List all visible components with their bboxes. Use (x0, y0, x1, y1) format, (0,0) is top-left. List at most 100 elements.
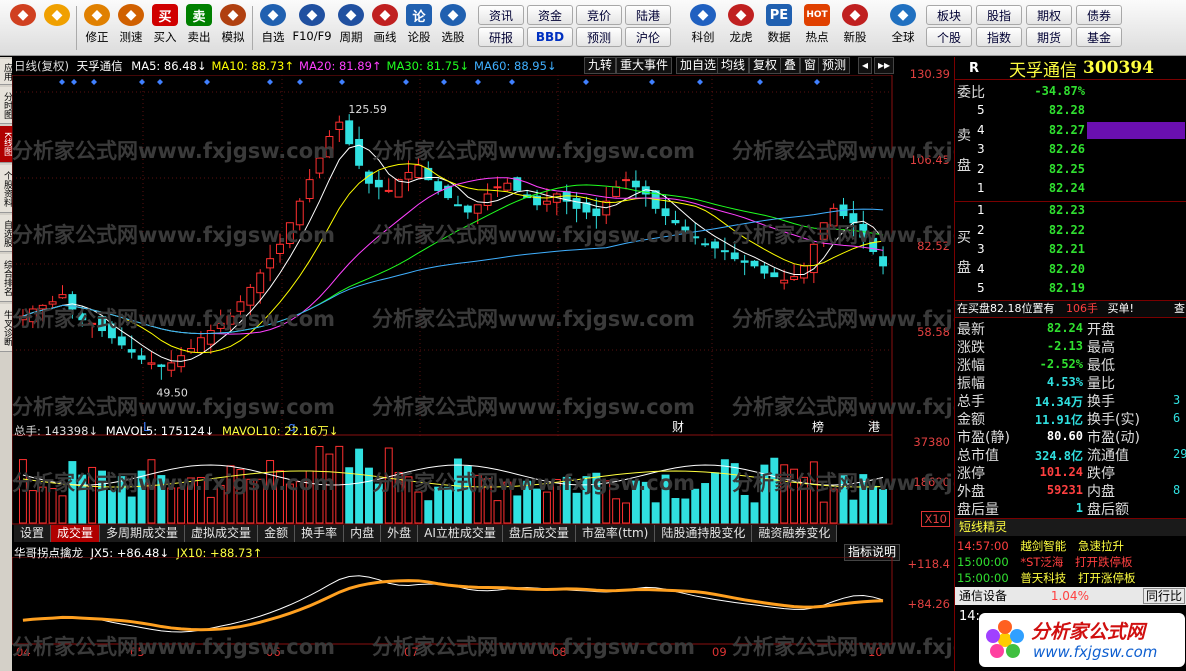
side-tab[interactable]: 自选股 (0, 215, 12, 252)
chart-area: 日线(复权) 天孚通信 MA5: 86.48↓ MA10: 88.73↑ MA20:… (12, 57, 1055, 671)
sell-price[interactable]: 82.25 (1025, 162, 1085, 176)
side-tab[interactable]: 应用 (0, 59, 12, 85)
event-diamond (139, 79, 145, 85)
indicator-tab[interactable]: 虚拟成交量 (185, 525, 259, 542)
market-button-1-3[interactable]: 基金 (1076, 27, 1122, 47)
stat-label-2: 市盈(动) (1087, 430, 1140, 446)
indicator-tab[interactable]: AI立桩成交量 (418, 525, 503, 542)
market-button-0-0[interactable]: 板块 (926, 5, 972, 25)
sell-icon-button[interactable]: 卖卖出 (182, 4, 216, 52)
globe-icon-button[interactable]: ◆ 全球 (884, 4, 922, 52)
ma-line (22, 184, 884, 335)
clock-icon-button[interactable]: ◆ 测速 (114, 4, 148, 52)
kline-tool-button[interactable]: 预测 (818, 57, 851, 74)
quick-button-0-0[interactable]: 资讯 (478, 5, 524, 25)
toolbar-label: 测速 (119, 30, 143, 44)
quick-button-1-3[interactable]: 沪伦 (625, 27, 671, 47)
indicator-tab[interactable]: 市盈率(ttm) (575, 525, 656, 542)
order-alert[interactable]: 在买盘82.18位置有 106手 买单! 查 (955, 300, 1186, 318)
indicator-tab[interactable]: 换手率 (295, 525, 345, 542)
month-label: 08 (552, 645, 567, 659)
indicator-tab[interactable]: 金额 (258, 525, 296, 542)
hammer-icon-button[interactable]: ◆ 模拟 (216, 4, 250, 52)
indicator-chart[interactable] (12, 557, 954, 645)
buy-price[interactable]: 82.22 (1025, 223, 1085, 237)
volume-bar (819, 501, 828, 524)
quick-button-1-2[interactable]: 预测 (576, 27, 622, 47)
side-tab[interactable]: 综合排名 (0, 254, 12, 302)
pen-icon-button[interactable]: ◆ 画线 (368, 4, 402, 52)
volume-bar (572, 492, 581, 524)
event-diamond (71, 79, 77, 85)
period-icon-button[interactable]: ◆ 周期 (334, 4, 368, 52)
buy-price[interactable]: 82.20 (1025, 262, 1085, 276)
market-button-1-0[interactable]: 个股 (926, 27, 972, 47)
side-tab[interactable]: 牛叉诊断 (0, 304, 12, 352)
market-button-1-2[interactable]: 期货 (1026, 27, 1072, 47)
buy-price[interactable]: 82.21 (1025, 242, 1085, 256)
kline-tool-button[interactable]: 复权 (749, 57, 782, 74)
sprite-row[interactable]: 15:00:00 *ST泛海 打开跌停板 (957, 554, 1133, 570)
indicator-tab[interactable]: 陆股通持股变化 (655, 525, 753, 542)
quick-button-0-3[interactable]: 陆港 (625, 5, 671, 25)
indicator-tab[interactable]: 内盘 (344, 525, 382, 542)
ipo-icon-button[interactable]: ◆ 新股 (836, 4, 874, 52)
back-arrow-icon-button[interactable]: ◆ (40, 4, 74, 52)
volume-chart[interactable] (12, 435, 954, 525)
pe-icon-button[interactable]: PE 数据 (760, 4, 798, 52)
kline-chart[interactable]: 125.5949.50L q 财榜港 (12, 75, 954, 437)
fix-icon-button[interactable]: ◆ 修正 (80, 4, 114, 52)
sector-bar[interactable]: 通信设备 1.04% 同行比 (955, 587, 1186, 605)
rocket-icon-button[interactable]: ◆ 科创 (684, 4, 722, 52)
candle (127, 349, 136, 353)
toolbar-label: 画线 (373, 30, 397, 44)
kline-tool-button[interactable]: 叠 (780, 57, 801, 74)
grid-icon-button[interactable]: ◆ (6, 4, 40, 52)
dragon-icon-button[interactable]: ◆ 龙虎 (722, 4, 760, 52)
market-button-1-1[interactable]: 指数 (976, 27, 1022, 47)
sell-price[interactable]: 82.28 (1025, 103, 1085, 117)
discuss-icon-button[interactable]: 论论股 (402, 4, 436, 52)
buy-icon-button[interactable]: 买买入 (148, 4, 182, 52)
quick-button-0-1[interactable]: 资金 (527, 5, 573, 25)
indicator-tab[interactable]: 盘后成交量 (502, 525, 576, 542)
sprite-row[interactable]: 14:57:00 越剑智能 急速拉升 (957, 538, 1124, 554)
kline-tool-button[interactable]: 均线 (717, 57, 750, 74)
sprite-row[interactable]: 15:00:00 普天科技 打开涨停板 (957, 570, 1135, 586)
kline-tool-button[interactable]: 加自选 (676, 57, 721, 74)
sell-price[interactable]: 82.24 (1025, 181, 1085, 195)
quick-button-1-1[interactable]: BBD (527, 27, 573, 47)
indicator-tab[interactable]: 设置 (14, 525, 52, 542)
side-tab[interactable]: 分时图 (0, 87, 12, 124)
indicator-tab[interactable]: 融资融券变化 (752, 525, 838, 542)
quick-button-0-2[interactable]: 竞价 (576, 5, 622, 25)
quick-button-1-0[interactable]: 研报 (478, 27, 524, 47)
sector-compare-button[interactable]: 同行比 (1142, 588, 1185, 604)
sell-price[interactable]: 82.26 (1025, 142, 1085, 156)
buy-price[interactable]: 82.19 (1025, 281, 1085, 295)
market-button-0-2[interactable]: 期权 (1026, 5, 1072, 25)
buy-price[interactable]: 82.23 (1025, 203, 1085, 217)
kline-tool-button[interactable]: 窗 (800, 57, 821, 74)
watchlist-icon-button[interactable]: ◆ 自选 (256, 4, 290, 52)
side-tab[interactable]: 个股资料 (0, 165, 12, 213)
expand-icon[interactable]: ▸▸ (874, 57, 895, 74)
sell-price[interactable]: 82.27 (1025, 123, 1085, 137)
kline-tool-button[interactable]: 九转 (584, 57, 617, 74)
f10-icon-button[interactable]: ◆ F10/F9 (290, 4, 334, 52)
indicator-tab[interactable]: 成交量 (51, 525, 101, 542)
indicator-tab[interactable]: 外盘 (381, 525, 419, 542)
market-button-0-1[interactable]: 股指 (976, 5, 1022, 25)
hot-icon-button[interactable]: HOT 热点 (798, 4, 836, 52)
volume-bar (661, 474, 670, 524)
volume-bar (355, 448, 364, 524)
side-tab[interactable]: K线图 (0, 126, 12, 163)
indicator-tab[interactable]: 多周期成交量 (100, 525, 186, 542)
collapse-icon[interactable]: ◂ (858, 57, 873, 74)
market-button-0-3[interactable]: 债券 (1076, 5, 1122, 25)
select-icon-button[interactable]: ◆ 选股 (436, 4, 470, 52)
candle (542, 200, 551, 205)
candle (266, 258, 275, 269)
kline-period[interactable]: 日线(复权) (14, 59, 69, 73)
kline-tool-button[interactable]: 重大事件 (616, 57, 673, 74)
